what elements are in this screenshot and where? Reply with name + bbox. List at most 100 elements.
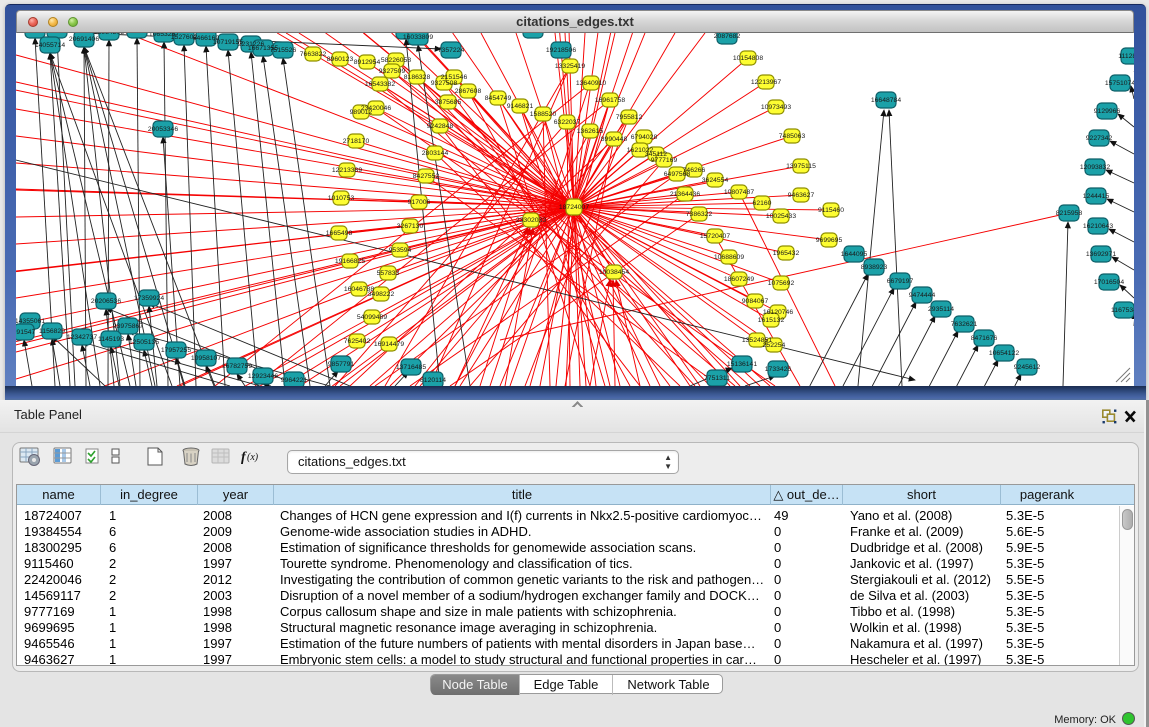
svg-text:20053346: 20053346: [148, 126, 178, 133]
svg-text:8427552: 8427552: [413, 173, 440, 180]
svg-text:9886111: 9886111: [44, 33, 70, 34]
svg-text:16120746: 16120746: [763, 309, 793, 316]
svg-text:14355061: 14355061: [16, 318, 45, 325]
svg-text:16648784: 16648784: [871, 97, 901, 104]
svg-text:19166825: 19166825: [335, 258, 365, 265]
svg-text:15136141: 15136141: [727, 361, 757, 368]
svg-text:16984203: 16984203: [94, 33, 124, 36]
svg-text:12213389: 12213389: [332, 167, 362, 174]
svg-text:16033809: 16033809: [403, 34, 433, 41]
svg-text:7357224: 7357224: [438, 47, 465, 54]
svg-text:10038454: 10038454: [599, 269, 629, 276]
svg-text:9777169: 9777169: [651, 157, 678, 164]
svg-text:989012: 989012: [350, 109, 373, 116]
svg-text:8938923: 8938923: [861, 264, 888, 271]
svg-text:6794028: 6794028: [631, 134, 658, 141]
svg-text:3498222: 3498222: [368, 291, 395, 298]
svg-text:9115460: 9115460: [818, 207, 844, 214]
svg-text:2867608: 2867608: [455, 88, 482, 95]
svg-text:54099489: 54099489: [357, 314, 387, 321]
svg-text:12923446: 12923446: [248, 373, 278, 380]
svg-text:1244415: 1244415: [1083, 193, 1110, 200]
svg-text:9327508: 9327508: [431, 80, 458, 87]
svg-text:14055714: 14055714: [35, 42, 65, 49]
svg-text:1499334: 1499334: [124, 33, 151, 34]
svg-text:10688609: 10688609: [714, 254, 744, 261]
svg-text:391547: 391547: [16, 329, 36, 336]
svg-text:6322037: 6322037: [554, 119, 581, 126]
svg-text:9699695: 9699695: [816, 237, 843, 244]
svg-text:7485063: 7485063: [779, 133, 806, 140]
svg-text:7625402: 7625402: [344, 338, 371, 345]
svg-text:62160: 62160: [753, 200, 772, 207]
svg-text:1965432: 1965432: [773, 250, 800, 257]
svg-text:20206536: 20206536: [91, 298, 121, 305]
svg-text:9227342: 9227342: [1086, 135, 1113, 142]
svg-text:8186328: 8186328: [404, 74, 431, 81]
svg-text:953594: 953594: [389, 247, 412, 254]
svg-text:12342737: 12342737: [67, 334, 97, 341]
svg-text:8454749: 8454749: [485, 95, 512, 102]
svg-text:8813054: 8813054: [520, 33, 547, 34]
svg-text:10807487: 10807487: [724, 189, 754, 196]
svg-text:17359924: 17359924: [134, 295, 164, 302]
svg-text:8120114: 8120114: [420, 377, 446, 384]
svg-text:1145193: 1145193: [98, 336, 124, 343]
svg-text:8960123: 8960123: [327, 56, 354, 63]
svg-text:3875685: 3875685: [435, 99, 462, 106]
svg-text:6679197: 6679197: [887, 278, 914, 285]
svg-text:19218506: 19218506: [546, 47, 576, 54]
svg-text:8912954: 8912954: [354, 59, 381, 66]
svg-text:16961758: 16961758: [595, 97, 625, 104]
svg-text:1615132: 1615132: [758, 317, 785, 324]
svg-text:1362615: 1362615: [577, 128, 604, 135]
svg-text:(x): (x): [247, 452, 259, 463]
svg-text:21364436: 21364436: [670, 191, 700, 198]
svg-text:23302033: 23302033: [516, 217, 546, 224]
svg-text:9327509: 9327509: [379, 68, 406, 75]
svg-text:9146821: 9146821: [507, 103, 534, 110]
svg-text:1167534: 1167534: [1111, 307, 1134, 314]
svg-text:13640910: 13640910: [576, 80, 606, 87]
svg-text:9242848: 9242848: [427, 123, 454, 130]
svg-text:13975115: 13975115: [786, 163, 816, 170]
svg-text:9245612: 9245612: [1014, 364, 1041, 371]
svg-text:2087682: 2087682: [714, 33, 741, 40]
svg-text:2803144: 2803144: [422, 150, 449, 157]
svg-text:3267130: 3267130: [397, 223, 424, 230]
svg-text:1112843: 1112843: [1118, 53, 1134, 60]
svg-text:10025433: 10025433: [766, 213, 796, 220]
svg-text:3624554: 3624554: [702, 177, 729, 184]
svg-text:9857791: 9857791: [328, 361, 355, 368]
svg-text:17016504: 17016504: [1094, 279, 1124, 286]
svg-text:2718170: 2718170: [343, 138, 370, 145]
svg-text:12093832: 12093832: [1080, 164, 1110, 171]
svg-text:10654122: 10654122: [989, 350, 1019, 357]
svg-text:10973493: 10973493: [761, 104, 791, 111]
svg-text:252254: 252254: [763, 342, 786, 349]
svg-text:1733426: 1733426: [765, 366, 792, 373]
svg-text:12213967: 12213967: [751, 79, 781, 86]
svg-text:23975867: 23975867: [113, 323, 143, 330]
svg-text:8471676: 8471676: [971, 335, 998, 342]
svg-text:1665498: 1665498: [326, 230, 353, 237]
svg-text:13325419: 13325419: [555, 63, 585, 70]
svg-text:7386322: 7386322: [686, 211, 713, 218]
svg-text:9964221: 9964221: [281, 377, 308, 384]
svg-text:557833: 557833: [377, 270, 400, 277]
svg-text:12505135: 12505135: [129, 339, 159, 346]
svg-text:7632621: 7632621: [951, 321, 978, 328]
svg-text:18607249: 18607249: [724, 276, 754, 283]
svg-text:16782759: 16782759: [222, 363, 252, 370]
svg-text:15720407: 15720407: [700, 233, 730, 240]
svg-text:17957255: 17957255: [161, 347, 191, 354]
svg-text:917006: 917006: [408, 199, 431, 206]
svg-text:20691406: 20691406: [69, 36, 99, 43]
svg-text:9084067: 9084067: [742, 298, 769, 305]
svg-text:9474444: 9474444: [909, 292, 936, 299]
svg-text:10958107: 10958107: [191, 355, 221, 362]
svg-text:9463627: 9463627: [788, 192, 815, 199]
svg-text:13716485: 13716485: [396, 364, 426, 371]
svg-text:7955812: 7955812: [616, 114, 643, 121]
svg-text:13692971: 13692971: [1086, 251, 1116, 258]
